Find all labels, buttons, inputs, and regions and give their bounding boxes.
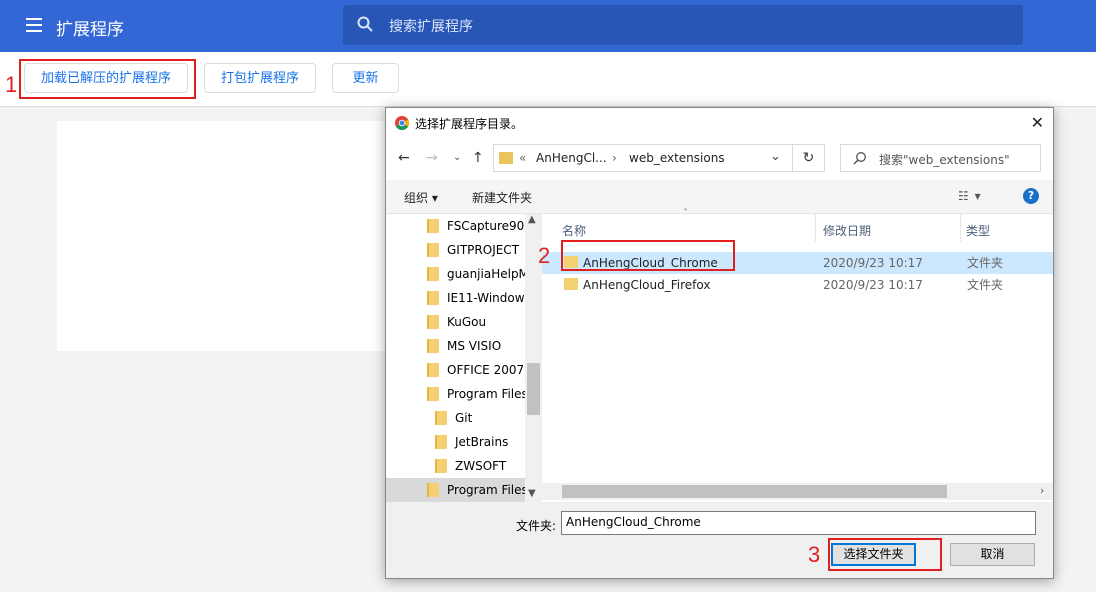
- address-dropdown-icon[interactable]: ⌄: [770, 149, 781, 164]
- close-icon[interactable]: ✕: [1031, 113, 1044, 132]
- back-arrow-icon[interactable]: ←: [398, 150, 410, 166]
- folder-name-input[interactable]: AnHengCloud_Chrome: [561, 511, 1036, 535]
- file-row[interactable]: AnHengCloud_Firefox 2020/9/23 10:17 文件夹: [542, 274, 1053, 296]
- breadcrumb-separator-icon: ›: [612, 151, 617, 165]
- scroll-right-icon[interactable]: ›: [1040, 484, 1044, 497]
- folder-search-placeholder: 搜索"web_extensions": [879, 153, 1010, 167]
- search-icon: [357, 16, 373, 32]
- sort-ascending-icon: ˄: [683, 208, 688, 219]
- highlight-box-step2: [561, 240, 735, 271]
- tree-item[interactable]: IE11-Window: [386, 286, 525, 310]
- folder-tree[interactable]: FSCapture90 GITPROJECT guanjiaHelpM IE11…: [386, 214, 541, 502]
- breadcrumb-web-extensions[interactable]: web_extensions: [629, 151, 725, 165]
- file-modified: 2020/9/23 10:17: [823, 256, 923, 270]
- column-divider: [815, 214, 816, 242]
- search-placeholder: 搜索扩展程序: [389, 19, 473, 35]
- cancel-button[interactable]: 取消: [950, 543, 1035, 566]
- column-divider: [960, 214, 961, 242]
- folder-icon: [427, 363, 439, 377]
- navigation-row: ← → ⌄ ↑ « AnHengCl... › web_extensions ⌄…: [386, 138, 1053, 180]
- folder-icon: [427, 483, 439, 497]
- pack-extension-button[interactable]: 打包扩展程序: [204, 63, 316, 93]
- folder-icon: [499, 152, 513, 164]
- highlight-box-step3: [828, 538, 942, 571]
- tree-item[interactable]: JetBrains: [386, 430, 525, 454]
- folder-icon: [427, 267, 439, 281]
- tree-item[interactable]: guanjiaHelpM: [386, 262, 529, 286]
- folder-icon: [427, 291, 439, 305]
- dialog-title-bar: 选择扩展程序目录。 ✕: [386, 108, 1053, 138]
- folder-icon: [427, 315, 439, 329]
- file-modified: 2020/9/23 10:17: [823, 278, 923, 292]
- tree-item[interactable]: KuGou: [386, 310, 525, 334]
- search-icon: [853, 152, 866, 165]
- step-number-1: 1: [5, 72, 18, 97]
- select-folder-dialog: 选择扩展程序目录。 ✕ ← → ⌄ ↑ « AnHengCl... › web_…: [385, 107, 1054, 579]
- chrome-logo-icon: [395, 116, 409, 130]
- file-name: AnHengCloud_Firefox: [583, 278, 711, 292]
- dialog-footer: 文件夹: AnHengCloud_Chrome 选择文件夹 取消: [386, 502, 1053, 578]
- hscroll-thumb[interactable]: [562, 485, 947, 498]
- folder-icon: [427, 219, 439, 233]
- tree-scroll-thumb[interactable]: [527, 363, 540, 415]
- extensions-content-card: [57, 121, 387, 351]
- folder-icon: [427, 339, 439, 353]
- command-bar: 组织 ▾ 新建文件夹 ☷ ▾ ?: [386, 180, 1053, 214]
- page-title: 扩展程序: [56, 20, 124, 40]
- tree-item[interactable]: GITPROJECT: [386, 238, 525, 262]
- file-type: 文件夹: [967, 256, 1004, 270]
- breadcrumb-anhengcloud[interactable]: AnHengCl...: [536, 151, 607, 165]
- highlight-box-step1: [19, 59, 196, 99]
- menu-icon[interactable]: [26, 18, 42, 32]
- tree-item[interactable]: Git: [386, 406, 525, 430]
- tree-item-selected[interactable]: Program Files: [386, 478, 528, 502]
- view-options-icon[interactable]: ☷ ▾: [958, 189, 982, 203]
- search-extensions-box[interactable]: 搜索扩展程序: [343, 5, 1023, 45]
- folder-icon: [435, 459, 447, 473]
- forward-arrow-icon[interactable]: →: [426, 150, 438, 166]
- step-number-3: 3: [808, 542, 821, 567]
- help-icon[interactable]: ?: [1023, 188, 1039, 204]
- folder-label: 文件夹:: [516, 519, 557, 533]
- step-number-2: 2: [538, 243, 551, 268]
- tree-item[interactable]: ZWSOFT: [386, 454, 525, 478]
- header-bar: 扩展程序 搜索扩展程序: [0, 0, 1096, 52]
- address-bar[interactable]: « AnHengCl... › web_extensions ⌄: [493, 144, 793, 172]
- folder-search-box[interactable]: 搜索"web_extensions": [840, 144, 1041, 172]
- folder-icon: [427, 387, 439, 401]
- file-list-hscrollbar[interactable]: ›: [542, 483, 1053, 500]
- update-button[interactable]: 更新: [332, 63, 399, 93]
- new-folder-button[interactable]: 新建文件夹: [472, 189, 532, 206]
- address-overflow-icon[interactable]: «: [519, 151, 526, 165]
- scroll-down-icon[interactable]: ▼: [528, 488, 536, 499]
- tree-item[interactable]: FSCapture90: [386, 214, 525, 238]
- refresh-icon[interactable]: ↻: [793, 144, 825, 172]
- file-type: 文件夹: [967, 278, 1004, 292]
- up-arrow-icon[interactable]: ↑: [472, 150, 484, 166]
- tree-item[interactable]: Program Files: [386, 382, 528, 406]
- column-header-name[interactable]: 名称: [562, 222, 586, 239]
- scroll-up-icon[interactable]: ▲: [528, 214, 536, 225]
- column-header-type[interactable]: 类型: [966, 222, 990, 239]
- dialog-title: 选择扩展程序目录。: [415, 117, 524, 131]
- folder-icon: [435, 435, 447, 449]
- folder-icon: [427, 243, 439, 257]
- organize-menu[interactable]: 组织 ▾: [404, 189, 438, 206]
- recent-locations-icon[interactable]: ⌄: [453, 152, 461, 163]
- tree-item[interactable]: MS VISIO: [386, 334, 525, 358]
- folder-icon: [564, 278, 578, 290]
- column-header-modified[interactable]: 修改日期: [823, 222, 871, 239]
- folder-icon: [435, 411, 447, 425]
- tree-item[interactable]: OFFICE 2007: [386, 358, 525, 382]
